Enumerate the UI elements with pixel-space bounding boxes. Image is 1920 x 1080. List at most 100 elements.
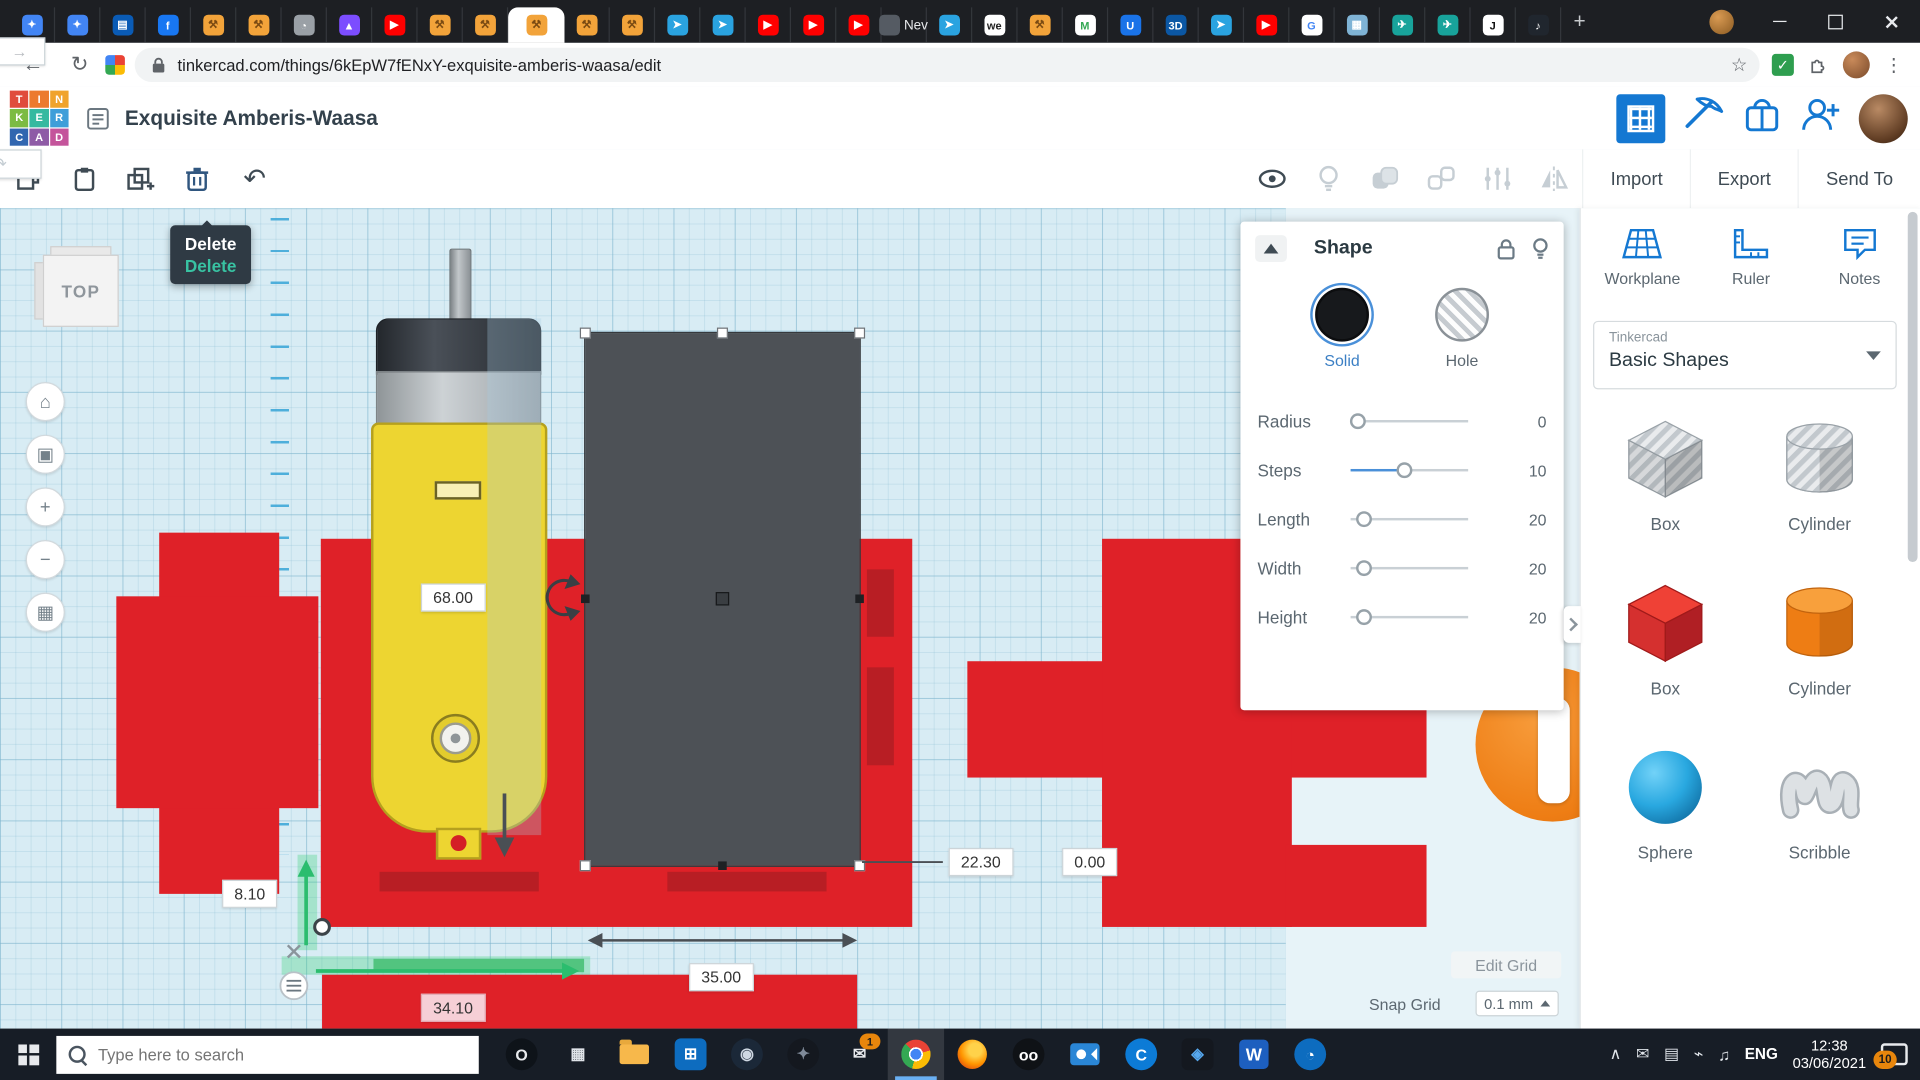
bulb-icon[interactable]: [1532, 238, 1549, 260]
slider-knob[interactable]: [1356, 511, 1372, 527]
taskbar-opera-icon[interactable]: O: [493, 1029, 549, 1080]
red-shape-right-foot[interactable]: [1286, 845, 1427, 927]
browser-tab[interactable]: ▤: [100, 7, 145, 43]
slider-track[interactable]: [1351, 567, 1469, 569]
browser-tab[interactable]: ⚒: [191, 7, 236, 43]
mine-blocks-icon[interactable]: [1680, 94, 1727, 142]
design-properties-icon[interactable]: [86, 106, 110, 130]
shape-box-hole[interactable]: Box: [1588, 414, 1742, 534]
dimension-label[interactable]: 8.10: [222, 880, 277, 908]
shape-box-solid[interactable]: Box: [1588, 578, 1742, 698]
ungroup-button[interactable]: [1413, 149, 1469, 208]
lights-button[interactable]: [1301, 149, 1357, 208]
lock-icon[interactable]: [1498, 238, 1515, 259]
extensions-puzzle-icon[interactable]: [1809, 55, 1829, 75]
import-button[interactable]: Import: [1582, 149, 1689, 208]
notification-center-icon[interactable]: 10: [1881, 1043, 1908, 1065]
taskbar-dark-app-icon[interactable]: ✦: [775, 1029, 831, 1080]
mirror-button[interactable]: [1526, 149, 1582, 208]
redo-button[interactable]: ↷: [0, 149, 42, 178]
tray-icon[interactable]: ✉: [1636, 1044, 1649, 1064]
omnibox[interactable]: ☆: [135, 48, 1760, 82]
ruler-tool[interactable]: Ruler: [1702, 225, 1800, 287]
browser-tab[interactable]: ▲: [327, 7, 372, 43]
slider-track[interactable]: [1351, 469, 1469, 471]
taskbar-obs-icon[interactable]: oo: [1000, 1029, 1056, 1080]
taskbar-chrome-icon[interactable]: [888, 1029, 944, 1080]
slider-track[interactable]: [1351, 616, 1469, 618]
browser-tab[interactable]: ➤: [927, 7, 972, 43]
shape-cylinder-solid[interactable]: Cylinder: [1742, 578, 1896, 698]
shape-library-dropdown[interactable]: Tinkercad Basic Shapes: [1593, 321, 1897, 390]
shapes-view-button[interactable]: [1616, 94, 1665, 143]
group-button[interactable]: [1357, 149, 1413, 208]
extension-icon[interactable]: [105, 55, 125, 75]
browser-tab[interactable]: ▶: [746, 7, 791, 43]
hole-swatch[interactable]: [1435, 288, 1489, 342]
snap-grid-dropdown[interactable]: 0.1 mm: [1476, 991, 1559, 1017]
dimension-label[interactable]: 35.00: [689, 963, 753, 991]
taskbar-blue-app-icon[interactable]: ◔: [1282, 1029, 1338, 1080]
dimension-label[interactable]: 22.30: [949, 848, 1013, 876]
duplicate-button[interactable]: [113, 149, 169, 208]
delete-button[interactable]: [169, 149, 225, 208]
forward-button[interactable]: →: [0, 37, 45, 65]
browser-tab[interactable]: ▦: [1335, 7, 1380, 43]
taskbar-mail-icon[interactable]: ✉1: [831, 1029, 887, 1080]
maximize-button[interactable]: [1807, 0, 1863, 43]
slider-knob[interactable]: [1356, 560, 1372, 576]
browser-tab[interactable]: 3D: [1153, 7, 1198, 43]
undo-button[interactable]: ↶: [225, 163, 284, 195]
hole-option[interactable]: Hole: [1435, 288, 1489, 370]
taskbar-steam-icon[interactable]: ◉: [719, 1029, 775, 1080]
browser-tab[interactable]: ⚒: [236, 7, 281, 43]
taskbar-clock[interactable]: 12:38 03/06/2021: [1793, 1037, 1867, 1071]
browser-tab[interactable]: ◔: [282, 7, 327, 43]
show-all-button[interactable]: [1245, 149, 1301, 208]
add-user-icon[interactable]: [1798, 94, 1845, 142]
design-title[interactable]: Exquisite Amberis-Waasa: [125, 106, 378, 130]
taskbar-camera-app-icon[interactable]: [1057, 1029, 1113, 1080]
taskbar-firefox-icon[interactable]: [944, 1029, 1000, 1080]
browser-tab[interactable]: ⚒: [1018, 7, 1063, 43]
gift-icon[interactable]: [1741, 94, 1783, 142]
browser-tab[interactable]: ✈: [1425, 7, 1470, 43]
taskbar-edge-icon[interactable]: C: [1113, 1029, 1169, 1080]
send-to-button[interactable]: Send To: [1798, 149, 1920, 208]
dimension-label[interactable]: 0.00: [1062, 848, 1117, 876]
notes-tool[interactable]: Notes: [1811, 225, 1909, 287]
dimension-label[interactable]: 34.10: [421, 994, 485, 1022]
browser-tab[interactable]: G: [1289, 7, 1334, 43]
browser-tab[interactable]: ➤: [700, 7, 745, 43]
white-shape[interactable]: [1538, 698, 1570, 803]
browser-tab[interactable]: U: [1108, 7, 1153, 43]
align-button[interactable]: [1470, 149, 1526, 208]
padlock-icon[interactable]: [152, 57, 165, 73]
collapse-panel-button[interactable]: [1255, 235, 1287, 262]
browser-tab[interactable]: ⚒: [463, 7, 508, 43]
taskbar-task-view-icon[interactable]: ▦: [550, 1029, 606, 1080]
taskbar-word-icon[interactable]: W: [1226, 1029, 1282, 1080]
slider-track[interactable]: [1351, 420, 1469, 422]
reload-button[interactable]: ↻: [66, 53, 93, 77]
browser-tab[interactable]: ♪: [1516, 7, 1561, 43]
browser-tab[interactable]: ⚒: [418, 7, 463, 43]
browser-tab[interactable]: ▶: [791, 7, 836, 43]
bookmark-star-icon[interactable]: ☆: [1731, 54, 1747, 76]
edit-grid-button[interactable]: Edit Grid: [1451, 951, 1561, 978]
slider-track[interactable]: [1351, 518, 1469, 520]
browser-update-icon[interactable]: [1709, 9, 1733, 33]
shape-scribble[interactable]: Scribble: [1742, 742, 1896, 862]
start-button[interactable]: [0, 1029, 56, 1080]
close-button[interactable]: [1864, 0, 1920, 43]
slider-knob[interactable]: [1397, 462, 1413, 478]
user-avatar[interactable]: [1859, 94, 1908, 143]
browser-tab[interactable]: ➤: [1199, 7, 1244, 43]
browser-tab[interactable]: M: [1063, 7, 1108, 43]
browser-tab[interactable]: ⚒: [610, 7, 655, 43]
solid-swatch[interactable]: [1315, 288, 1369, 342]
shape-sphere[interactable]: Sphere: [1588, 742, 1742, 862]
url-input[interactable]: [175, 54, 1723, 75]
tray-icon[interactable]: ∧: [1610, 1044, 1622, 1064]
paste-button[interactable]: [56, 149, 112, 208]
